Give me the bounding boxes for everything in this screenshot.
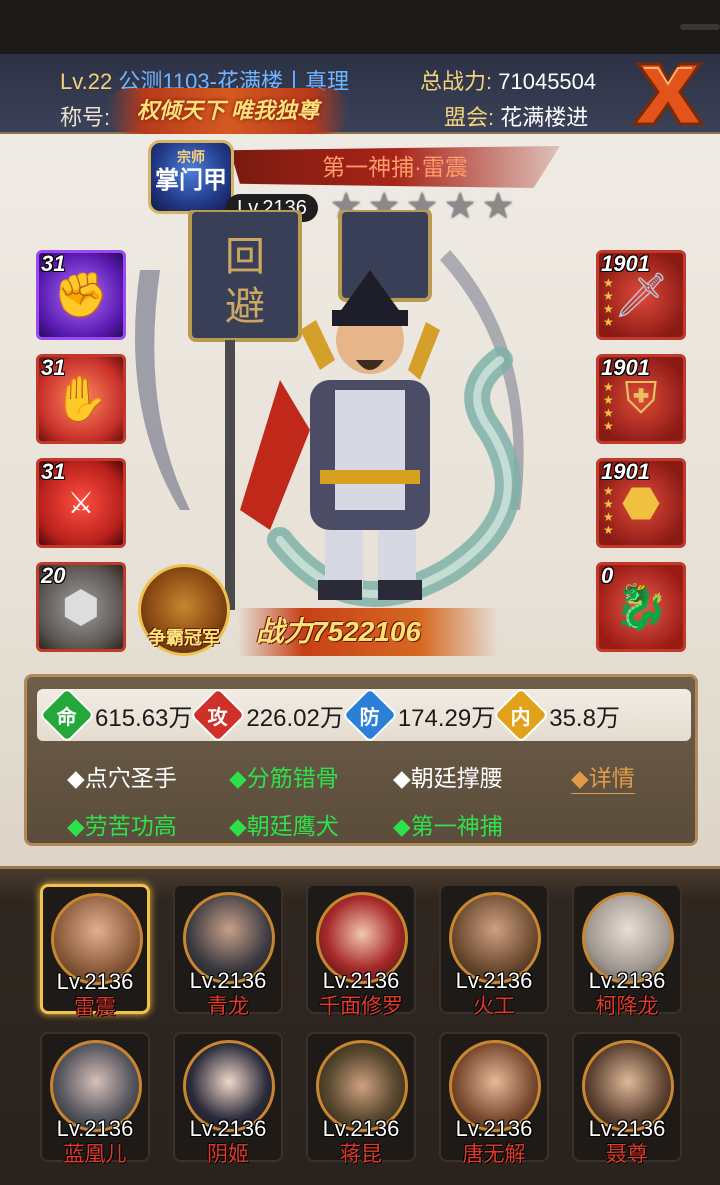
stat-value: 35.8万 <box>549 704 620 732</box>
roster-card[interactable]: Lv.2136 青龙 <box>173 884 283 1018</box>
skill-level: 31 <box>41 251 66 276</box>
roster-card[interactable]: Lv.2136 阴姬 <box>173 1032 283 1166</box>
attack-icon: 攻 <box>190 686 247 744</box>
scroll-handle <box>680 24 720 30</box>
total-power: 总战力: 71045504 <box>420 64 596 96</box>
master-badge-top: 宗师 <box>177 149 205 165</box>
stats-row: 命 615.63万 攻 226.02万 防 174.29万 内 35.8万 <box>37 686 691 744</box>
roster-name: 唐无解 <box>462 1143 526 1166</box>
equipment-slot-pet[interactable]: 🐉 0 <box>596 562 686 652</box>
equipment-level: 1901 <box>601 355 650 380</box>
equip-stars: ★ ★ ★ ★ <box>603 276 614 329</box>
trait-item: ◆劳苦功高 <box>67 813 177 839</box>
stat-defense: 防 174.29万 <box>341 686 496 744</box>
trait-item: ◆朝廷鹰犬 <box>229 813 339 839</box>
equipment-slot-weapon[interactable]: 🗡 ★ ★ ★ ★ 1901 <box>596 250 686 340</box>
roster-name: 火工 <box>473 995 515 1018</box>
roster-card[interactable]: Lv.2136 蒋昆 <box>306 1032 416 1166</box>
hp-icon: 命 <box>38 686 96 744</box>
champion-badge-label: 争霸冠军 <box>148 628 220 648</box>
details-link[interactable]: ◆详情 <box>571 759 635 794</box>
equip-stars: ★ ★ ★ ★ <box>603 380 614 433</box>
roster-name: 蒋昆 <box>340 1143 382 1166</box>
title-banner: 权倾天下 唯我独尊 <box>108 88 348 134</box>
guild-name: 花满楼进 <box>500 105 589 130</box>
trait-item: ◆第一神捕 <box>393 813 503 839</box>
skill-level: 20 <box>41 563 66 588</box>
roster-name: 聂尊 <box>606 1143 648 1166</box>
stat-inner: 内 35.8万 <box>492 686 620 744</box>
title-label: 称号: <box>60 105 111 130</box>
skill-slot-2[interactable]: ✋ 31 <box>36 354 126 444</box>
close-icon <box>631 62 705 126</box>
skill-slot-1[interactable]: ✊ 31 <box>36 250 126 340</box>
equipment-slot-armor[interactable]: ⛨ ★ ★ ★ ★ 1901 <box>596 354 686 444</box>
skill-slot-3[interactable]: ⚔ 31 <box>36 458 126 548</box>
roster-name: 雷震 <box>74 996 116 1019</box>
roster-card[interactable]: Lv.2136 雷震 <box>40 884 150 1019</box>
hero-name: 第一神捕·雷震 <box>230 146 560 188</box>
guild-info: 盟会: 花满楼进 <box>444 100 588 132</box>
equipment-slot-accessory[interactable]: ⬣ ★ ★ ★ ★ 1901 <box>596 458 686 548</box>
trait-item: ◆点穴圣手 <box>67 765 177 791</box>
stat-hp: 命 615.63万 <box>38 686 193 744</box>
equipment-level: 1901 <box>601 251 650 276</box>
total-power-value: 71045504 <box>498 69 597 94</box>
defense-icon: 防 <box>341 686 399 744</box>
combat-power: 战力7522106 <box>238 608 498 656</box>
player-header: Lv.22 公测1103-花满楼丨真理 称号: 总战力: 71045504 盟会… <box>0 54 720 134</box>
roster-card[interactable]: Lv.2136 蓝凰儿 <box>40 1032 150 1166</box>
roster-card[interactable]: Lv.2136 柯降龙 <box>572 884 682 1018</box>
trait-item: ◆朝廷撑腰 <box>393 765 503 791</box>
roster-name: 阴姬 <box>207 1143 249 1166</box>
stat-value: 615.63万 <box>95 704 193 732</box>
stat-value: 226.02万 <box>246 704 344 732</box>
attributes-panel: 命 615.63万 攻 226.02万 防 174.29万 内 35.8万 ◆点… <box>24 674 698 846</box>
stat-attack: 攻 226.02万 <box>190 686 344 744</box>
skill-level: 31 <box>41 459 66 484</box>
roster-name: 千面修罗 <box>319 995 403 1018</box>
close-button[interactable] <box>630 58 706 130</box>
roster-name: 青龙 <box>207 995 249 1018</box>
roster-name: 蓝凰儿 <box>63 1143 127 1166</box>
roster-card[interactable]: Lv.2136 唐无解 <box>439 1032 549 1166</box>
master-badge: 宗师 掌门甲 <box>148 140 234 214</box>
stat-value: 174.29万 <box>397 704 496 732</box>
skill-level: 31 <box>41 355 66 380</box>
roster-card[interactable]: Lv.2136 聂尊 <box>572 1032 682 1166</box>
trait-item: ◆分筋错骨 <box>229 765 339 791</box>
top-strip <box>0 0 720 54</box>
svg-text:回: 回 <box>225 234 265 280</box>
player-level: Lv.22 <box>60 69 113 94</box>
roster-name: 柯降龙 <box>595 995 659 1018</box>
roster-card[interactable]: Lv.2136 千面修罗 <box>306 884 416 1018</box>
svg-text:避: 避 <box>225 284 265 330</box>
total-power-label: 总战力: <box>420 69 493 94</box>
equipment-level: 0 <box>601 563 614 588</box>
equipment-level: 1901 <box>601 459 650 484</box>
roster-card[interactable]: Lv.2136 火工 <box>439 884 549 1018</box>
inner-power-icon: 内 <box>492 686 550 744</box>
guild-label: 盟会: <box>444 105 495 130</box>
skill-slot-4[interactable]: ⬢ 20 <box>36 562 126 652</box>
master-badge-main: 掌门甲 <box>155 167 227 194</box>
equip-stars: ★ ★ ★ ★ <box>603 484 614 537</box>
